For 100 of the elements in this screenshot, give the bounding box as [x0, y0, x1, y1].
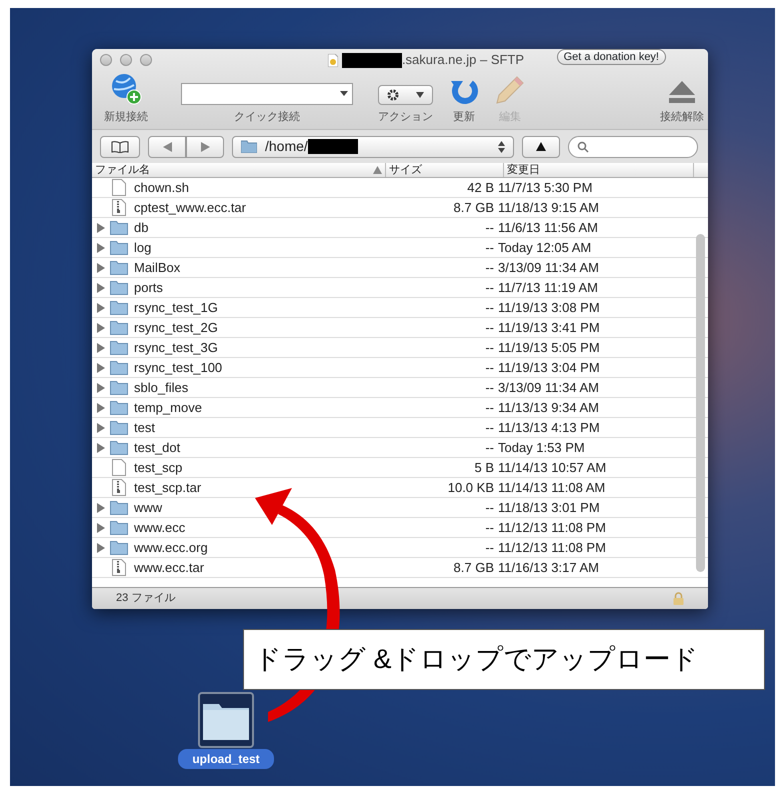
- file-size: --: [485, 380, 494, 395]
- modified-date: 11/13/13 4:13 PM: [498, 420, 600, 435]
- file-size: --: [485, 400, 494, 415]
- file-size: --: [485, 500, 494, 515]
- file-size: --: [485, 520, 494, 535]
- file-size: 10.0 KB: [448, 480, 494, 495]
- file-size: 5 B: [474, 460, 494, 475]
- file-row[interactable]: db -- 11/6/13 11:56 AM: [92, 218, 708, 238]
- file-size: --: [485, 440, 494, 455]
- modified-date: 11/19/13 3:41 PM: [498, 320, 600, 335]
- folder-icon: [110, 240, 128, 255]
- window-title: .sakura.ne.jp – SFTP: [402, 51, 524, 70]
- file-size: 42 B: [467, 180, 494, 195]
- scrollbar[interactable]: [696, 234, 705, 572]
- file-name: rsync_test_2G: [134, 318, 218, 337]
- path-text: /home/: [265, 137, 308, 156]
- stepper-icon: [498, 140, 505, 152]
- column-header[interactable]: ファイル名: [92, 163, 386, 177]
- modified-date: 11/12/13 11:08 PM: [498, 540, 606, 555]
- folder-icon: [110, 360, 128, 375]
- modified-date: 11/12/13 11:08 PM: [498, 520, 606, 535]
- file-icon: [112, 459, 126, 476]
- toolbar-label: 接続解除: [660, 110, 704, 124]
- window-button[interactable]: [140, 54, 152, 66]
- file-name: www.ecc.org: [134, 538, 208, 557]
- path-select[interactable]: /home/: [232, 136, 514, 158]
- folder-icon: [110, 320, 128, 335]
- file-row[interactable]: chown.sh 42 B 11/7/13 5:30 PM: [92, 178, 708, 198]
- window-button[interactable]: [120, 54, 132, 66]
- modified-date: 11/7/13 5:30 PM: [498, 180, 592, 195]
- file-size: 8.7 GB: [454, 200, 494, 215]
- file-name: rsync_test_1G: [134, 298, 218, 317]
- gear-icon: [387, 88, 400, 100]
- eject-icon: [667, 78, 697, 104]
- action-menu-button[interactable]: [378, 84, 433, 104]
- file-row[interactable]: cptest_www.ecc.tar 8.7 GB 11/18/13 9:15 AM: [92, 198, 708, 218]
- caret-icon: [340, 91, 348, 96]
- bookmarks-button[interactable]: [100, 136, 140, 158]
- file-size: --: [485, 420, 494, 435]
- forward-button[interactable]: [186, 136, 224, 158]
- pencil-icon: [495, 74, 525, 104]
- globe-plus-icon: [110, 72, 142, 104]
- parent-folder-button[interactable]: [522, 136, 560, 158]
- toolbar-label: 更新: [453, 110, 475, 124]
- modified-date: 11/14/13 10:57 AM: [498, 460, 606, 475]
- file-name: log: [134, 238, 152, 257]
- file-name: test_scp: [134, 458, 182, 477]
- folder-icon: [110, 280, 128, 295]
- modified-date: Today 1:53 PM: [498, 440, 585, 455]
- right-triangle-icon: [200, 142, 210, 152]
- zip-file-icon: [112, 559, 126, 576]
- modified-date: 11/6/13 11:56 AM: [498, 220, 598, 235]
- file-name: rsync_test_3G: [134, 338, 218, 357]
- folder-label: upload_test: [178, 749, 274, 769]
- folder-icon: [110, 220, 128, 235]
- folder-icon: [110, 260, 128, 275]
- column-header[interactable]: 変更日: [504, 163, 694, 177]
- toolbar-label: 新規接続: [104, 110, 148, 124]
- file-name: test_scp.tar: [134, 478, 202, 497]
- folder-icon: [110, 420, 128, 435]
- file-size: --: [485, 220, 494, 235]
- document-icon: [328, 54, 338, 66]
- callout-text: ドラッグ &ドロップでアップロード: [243, 629, 765, 690]
- modified-date: 11/19/13 3:04 PM: [498, 360, 600, 375]
- search-field[interactable]: [568, 136, 698, 158]
- file-size: --: [485, 260, 494, 275]
- file-size: --: [485, 280, 494, 295]
- file-name: test: [134, 418, 155, 437]
- file-name: temp_move: [134, 398, 202, 417]
- up-triangle-icon: [536, 142, 546, 151]
- file-size: --: [485, 540, 494, 555]
- zip-file-icon: [112, 479, 126, 496]
- column-header[interactable]: サイズ: [386, 163, 504, 177]
- folder-icon: [241, 140, 257, 153]
- donation-button[interactable]: Get a donation key!: [556, 49, 666, 65]
- file-name: db: [134, 218, 148, 237]
- redaction-block: [342, 52, 402, 68]
- left-triangle-icon: [162, 142, 172, 152]
- modified-date: 3/13/09 11:34 AM: [498, 260, 599, 275]
- modified-date: 11/13/13 9:34 AM: [498, 400, 599, 415]
- caret-icon: [416, 92, 424, 98]
- folder-icon: [110, 340, 128, 355]
- modified-date: 11/19/13 5:05 PM: [498, 340, 600, 355]
- file-size: --: [485, 240, 494, 255]
- folder-icon: [110, 520, 128, 535]
- modified-date: 11/18/13 3:01 PM: [498, 500, 600, 515]
- file-name: chown.sh: [134, 178, 189, 197]
- modified-date: 11/14/13 11:08 AM: [498, 480, 606, 495]
- file-size: --: [485, 320, 494, 335]
- modified-date: 11/16/13 3:17 AM: [498, 560, 599, 575]
- modified-date: 11/7/13 11:19 AM: [498, 280, 598, 295]
- toolbar-label: アクション: [378, 110, 433, 124]
- file-name: www.ecc.tar: [134, 558, 204, 577]
- modified-date: Today 12:05 AM: [498, 240, 592, 255]
- back-button[interactable]: [148, 136, 186, 158]
- window-button[interactable]: [100, 54, 112, 66]
- redaction-block: [308, 139, 358, 154]
- quick-connect-field[interactable]: [181, 82, 353, 104]
- folder-icon[interactable]: [198, 692, 254, 748]
- file-count: 23 ファイル: [116, 591, 176, 606]
